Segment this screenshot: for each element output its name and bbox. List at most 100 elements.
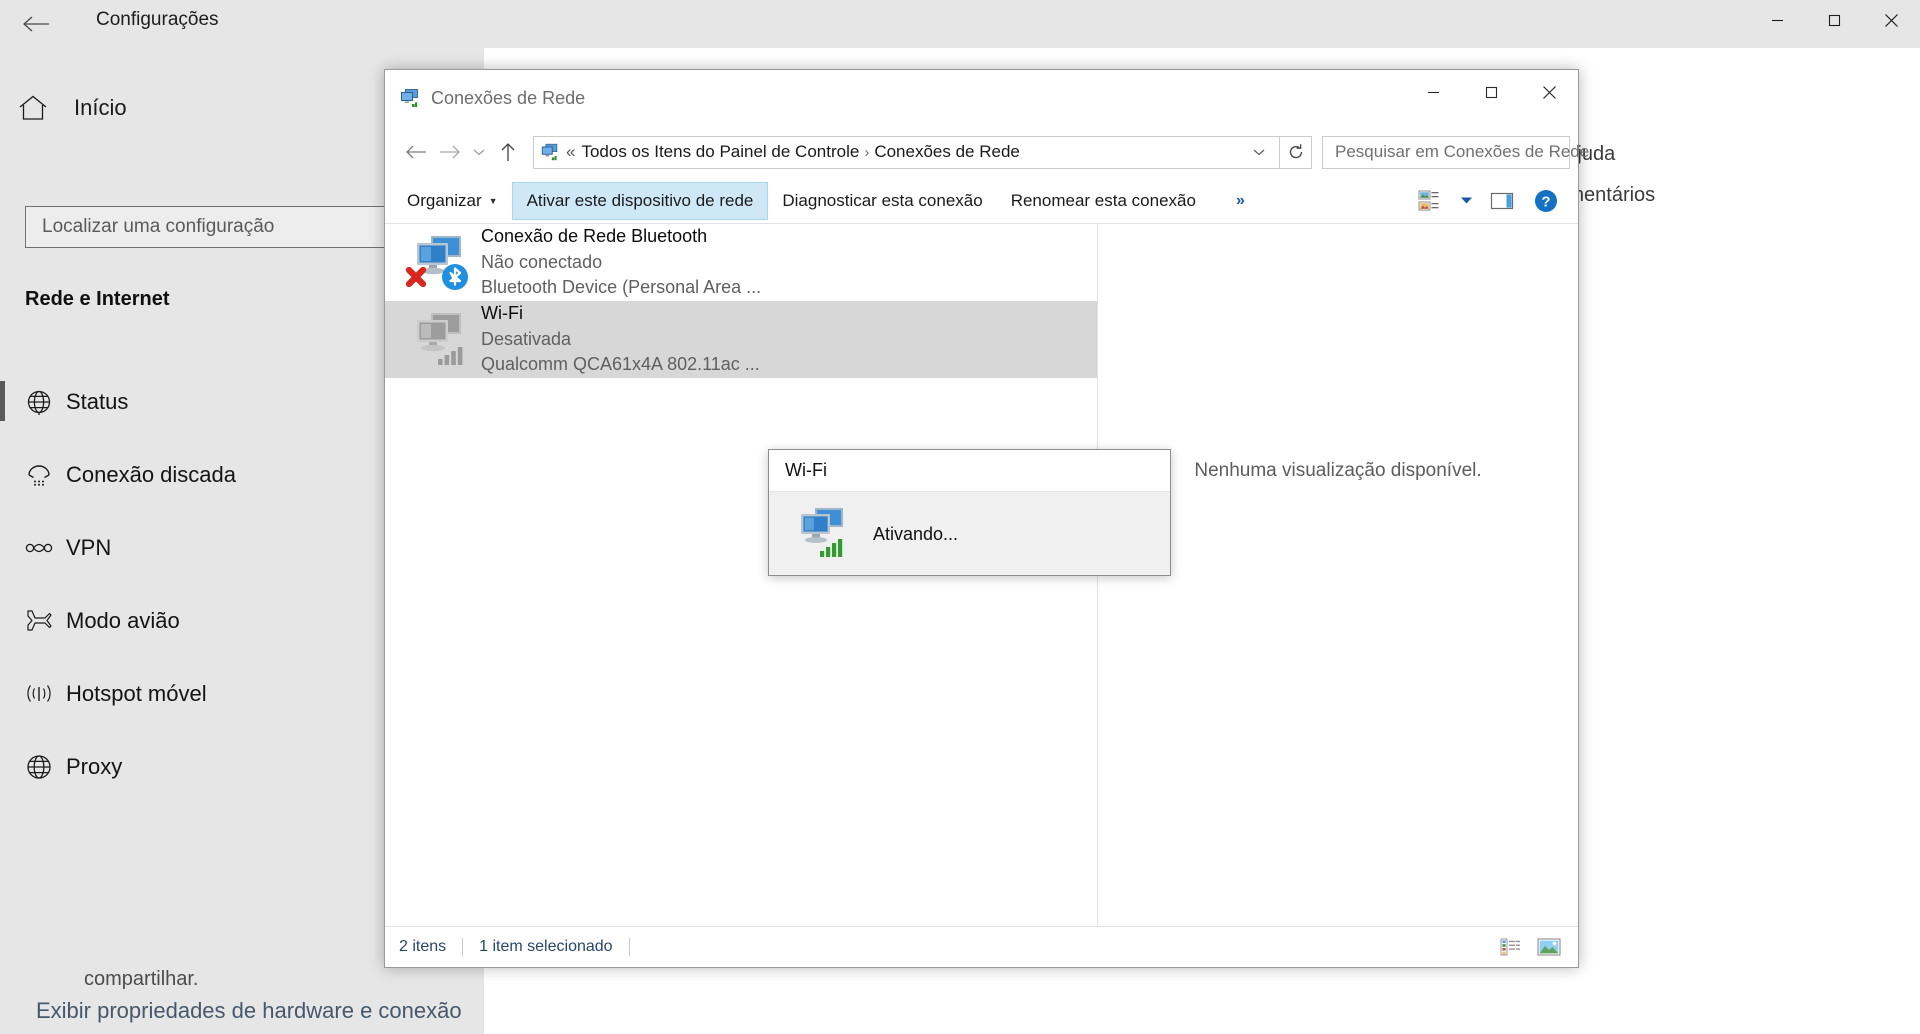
- organize-button[interactable]: Organizar ▼: [393, 182, 512, 220]
- search-input[interactable]: Pesquisar em Conexões de Rede: [1322, 135, 1589, 169]
- settings-back-button[interactable]: [14, 6, 58, 42]
- large-icons-view-icon: [1537, 938, 1561, 956]
- details-view-icon: [1500, 938, 1520, 956]
- chevron-right-icon: ›: [864, 143, 870, 161]
- progress-dialog-message: Ativando...: [873, 523, 959, 544]
- enable-network-device-label: Ativar este dispositivo de rede: [526, 190, 754, 210]
- svg-text:?: ?: [1541, 193, 1550, 210]
- connection-name: Wi-Fi: [481, 303, 523, 324]
- sidebar-item-vpn-label: VPN: [66, 534, 112, 560]
- enable-network-device-button[interactable]: Ativar este dispositivo de rede: [511, 181, 769, 220]
- status-item-count: 2 itens: [399, 938, 447, 955]
- network-connections-icon: [540, 142, 560, 162]
- progress-dialog-title: Wi-Fi: [785, 460, 827, 480]
- airplane-icon: [22, 604, 56, 638]
- chevron-down-icon: ▼: [488, 195, 498, 206]
- network-connections-icon: [399, 87, 421, 109]
- status-divider: [462, 938, 464, 956]
- sidebar-item-proxy-label: Proxy: [66, 753, 123, 779]
- status-selection: 1 item selecionado: [479, 938, 613, 955]
- forward-arrow-icon: [440, 145, 460, 159]
- preview-pane-button[interactable]: [1482, 182, 1522, 220]
- connection-name: Conexão de Rede Bluetooth: [481, 226, 708, 247]
- explorer-titlebar[interactable]: Conexões de Rede: [385, 70, 1578, 126]
- organize-label: Organizar: [407, 190, 482, 210]
- settings-search-input[interactable]: Localizar uma configuração: [25, 206, 385, 248]
- explorer-minimize-button[interactable]: [1404, 70, 1462, 115]
- red-x-icon: [405, 266, 427, 287]
- details-view-button[interactable]: [1496, 934, 1526, 960]
- connection-device: Bluetooth Device (Personal Area ...: [481, 277, 762, 298]
- address-up-button[interactable]: [491, 135, 525, 169]
- breadcrumb[interactable]: « Todos os Itens do Painel de Controle ›…: [533, 135, 1280, 169]
- explorer-status-bar: 2 itens 1 item selecionado: [385, 926, 1578, 967]
- list-item[interactable]: Conexão de Rede Bluetooth Não conectado …: [385, 224, 1097, 301]
- breadcrumb-dropdown-button[interactable]: [1245, 148, 1273, 156]
- wifi-progress-dialog: Wi-Fi Ativando...: [768, 449, 1171, 576]
- address-forward-button[interactable]: [433, 135, 467, 169]
- explorer-address-bar: « Todos os Itens do Painel de Controle ›…: [385, 126, 1589, 178]
- breadcrumb-segment-network-connections[interactable]: Conexões de Rede: [874, 142, 1020, 162]
- settings-search-placeholder: Localizar uma configuração: [42, 216, 275, 237]
- settings-close-button[interactable]: [1863, 0, 1920, 40]
- hotspot-icon: [22, 677, 56, 711]
- help-button[interactable]: ?: [1526, 182, 1566, 220]
- maximize-icon: [1485, 86, 1497, 99]
- rename-connection-label: Renomear esta conexão: [1010, 190, 1196, 210]
- search-placeholder: Pesquisar em Conexões de Rede: [1335, 142, 1590, 161]
- breadcrumb-prefix: «: [566, 142, 576, 161]
- back-arrow-icon: [23, 16, 49, 32]
- view-options-icon: [1418, 190, 1439, 210]
- dialup-icon: [22, 458, 56, 492]
- settings-maximize-button[interactable]: [1806, 0, 1863, 40]
- status-divider: [628, 938, 630, 956]
- hardware-properties-link[interactable]: Exibir propriedades de hardware e conexã…: [36, 998, 462, 1024]
- bluetooth-icon: [442, 263, 468, 290]
- chevron-down-icon: [473, 149, 485, 156]
- network-adapter-greyed-icon: [405, 307, 473, 373]
- connection-status: Desativada: [481, 328, 572, 349]
- progress-dialog-body: Ativando...: [769, 492, 1170, 576]
- share-description-text: compartilhar.: [84, 968, 199, 990]
- diagnose-connection-button[interactable]: Diagnosticar esta conexão: [768, 182, 996, 220]
- view-options-dropdown-button[interactable]: [1454, 182, 1478, 220]
- explorer-command-bar: Organizar ▼ Ativar este dispositivo de r…: [385, 178, 1578, 224]
- breadcrumb-segment-control-panel[interactable]: Todos os Itens do Painel de Controle: [581, 142, 859, 162]
- preview-pane-icon: [1490, 192, 1514, 209]
- rename-connection-button[interactable]: Renomear esta conexão: [997, 182, 1210, 220]
- settings-window-title: Configurações: [96, 9, 219, 30]
- connection-info: Wi-Fi Desativada Qualcomm QCA61x4A 802.1…: [481, 301, 760, 378]
- back-arrow-icon: [406, 145, 426, 159]
- minimize-icon: [1772, 19, 1783, 21]
- large-icons-view-button[interactable]: [1534, 934, 1564, 960]
- settings-titlebar: Configurações: [0, 0, 1920, 48]
- help-icon: ?: [1535, 189, 1557, 212]
- sidebar-item-status-label: Status: [66, 388, 129, 414]
- explorer-window-title: Conexões de Rede: [431, 87, 586, 108]
- view-options-button[interactable]: [1410, 182, 1450, 220]
- network-adapter-disabled-icon: [405, 230, 473, 296]
- command-overflow-button[interactable]: »: [1226, 192, 1255, 210]
- close-icon: [1542, 86, 1556, 99]
- settings-minimize-button[interactable]: [1749, 0, 1806, 40]
- globe-icon: [22, 750, 56, 784]
- close-icon: [1885, 13, 1898, 27]
- vpn-icon: [22, 531, 56, 565]
- address-back-button[interactable]: [399, 135, 433, 169]
- sidebar-item-mobile-hotspot-label: Hotspot móvel: [66, 680, 207, 706]
- address-recent-locations-button[interactable]: [467, 135, 491, 169]
- chevron-down-icon: [1253, 149, 1265, 156]
- explorer-close-button[interactable]: [1520, 70, 1578, 115]
- home-icon: [18, 94, 48, 122]
- explorer-maximize-button[interactable]: [1462, 70, 1520, 115]
- sidebar-item-home[interactable]: Início: [18, 94, 127, 122]
- command-bar-right-group: ?: [1410, 182, 1578, 220]
- list-item[interactable]: Wi-Fi Desativada Qualcomm QCA61x4A 802.1…: [385, 301, 1097, 378]
- globe-icon: [22, 385, 56, 419]
- progress-dialog-header: Wi-Fi: [769, 450, 1170, 492]
- refresh-button[interactable]: [1280, 135, 1312, 169]
- sidebar-item-dialup-label: Conexão discada: [66, 461, 237, 487]
- sidebar-item-airplane-mode-label: Modo avião: [66, 607, 180, 633]
- connection-status: Não conectado: [481, 251, 603, 272]
- diagnose-connection-label: Diagnosticar esta conexão: [782, 190, 983, 210]
